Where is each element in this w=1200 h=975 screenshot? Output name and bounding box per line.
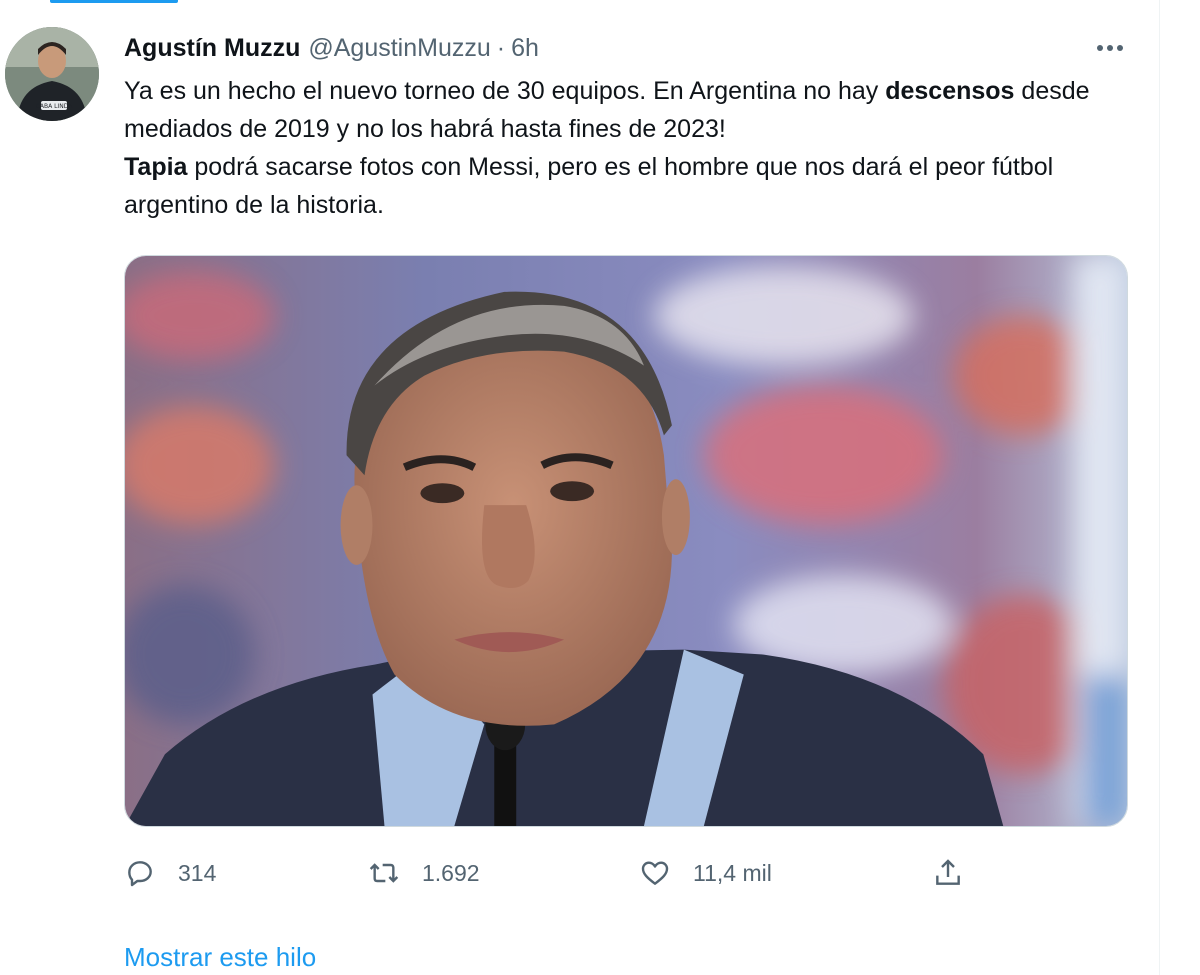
tweet-actions-bar: 314 1.692 11,4 mil: [124, 850, 984, 896]
tweet-header: Agustín Muzzu @AgustinMuzzu · 6h: [124, 28, 539, 68]
retweet-button[interactable]: 1.692: [368, 850, 480, 896]
media-photo: [125, 256, 1127, 826]
more-options-button[interactable]: [1088, 32, 1132, 64]
reply-button[interactable]: 314: [124, 850, 216, 896]
avatar-image: CABA LINDA: [5, 27, 99, 121]
share-icon: [936, 859, 960, 885]
tweet-timestamp[interactable]: 6h: [511, 34, 539, 63]
tweet-text-part-3: podrá sacarse fotos con Messi, pero es e…: [124, 153, 1054, 219]
author-handle[interactable]: @AgustinMuzzu: [308, 34, 490, 63]
tweet-media-photo[interactable]: [124, 255, 1128, 827]
heart-icon: [641, 861, 669, 885]
share-button[interactable]: [932, 850, 964, 896]
more-horizontal-icon: [1097, 45, 1123, 51]
tweet-text-bold-2: Tapia: [124, 153, 188, 181]
active-tab-indicator: [50, 0, 178, 3]
show-thread-link[interactable]: Mostrar este hilo: [124, 942, 316, 973]
author-name[interactable]: Agustín Muzzu: [124, 34, 300, 63]
tweet-text-part-1: Ya es un hecho el nuevo torneo de 30 equ…: [124, 77, 886, 105]
like-count: 11,4 mil: [693, 859, 772, 886]
retweet-icon: [369, 863, 399, 883]
like-button[interactable]: 11,4 mil: [639, 850, 772, 896]
tweet-text-bold-1: descensos: [885, 77, 1015, 105]
retweet-count: 1.692: [422, 859, 480, 886]
avatar[interactable]: CABA LINDA: [5, 27, 99, 121]
reply-count: 314: [178, 859, 217, 886]
tweet-text: Ya es un hecho el nuevo torneo de 30 equ…: [124, 72, 1104, 224]
separator-dot: ·: [496, 33, 506, 62]
tweet-card[interactable]: CABA LINDA Agustín Muzzu @AgustinMuzzu ·…: [0, 0, 1160, 975]
reply-icon: [128, 861, 152, 887]
avatar-badge-text: CABA LINDA: [36, 103, 74, 110]
